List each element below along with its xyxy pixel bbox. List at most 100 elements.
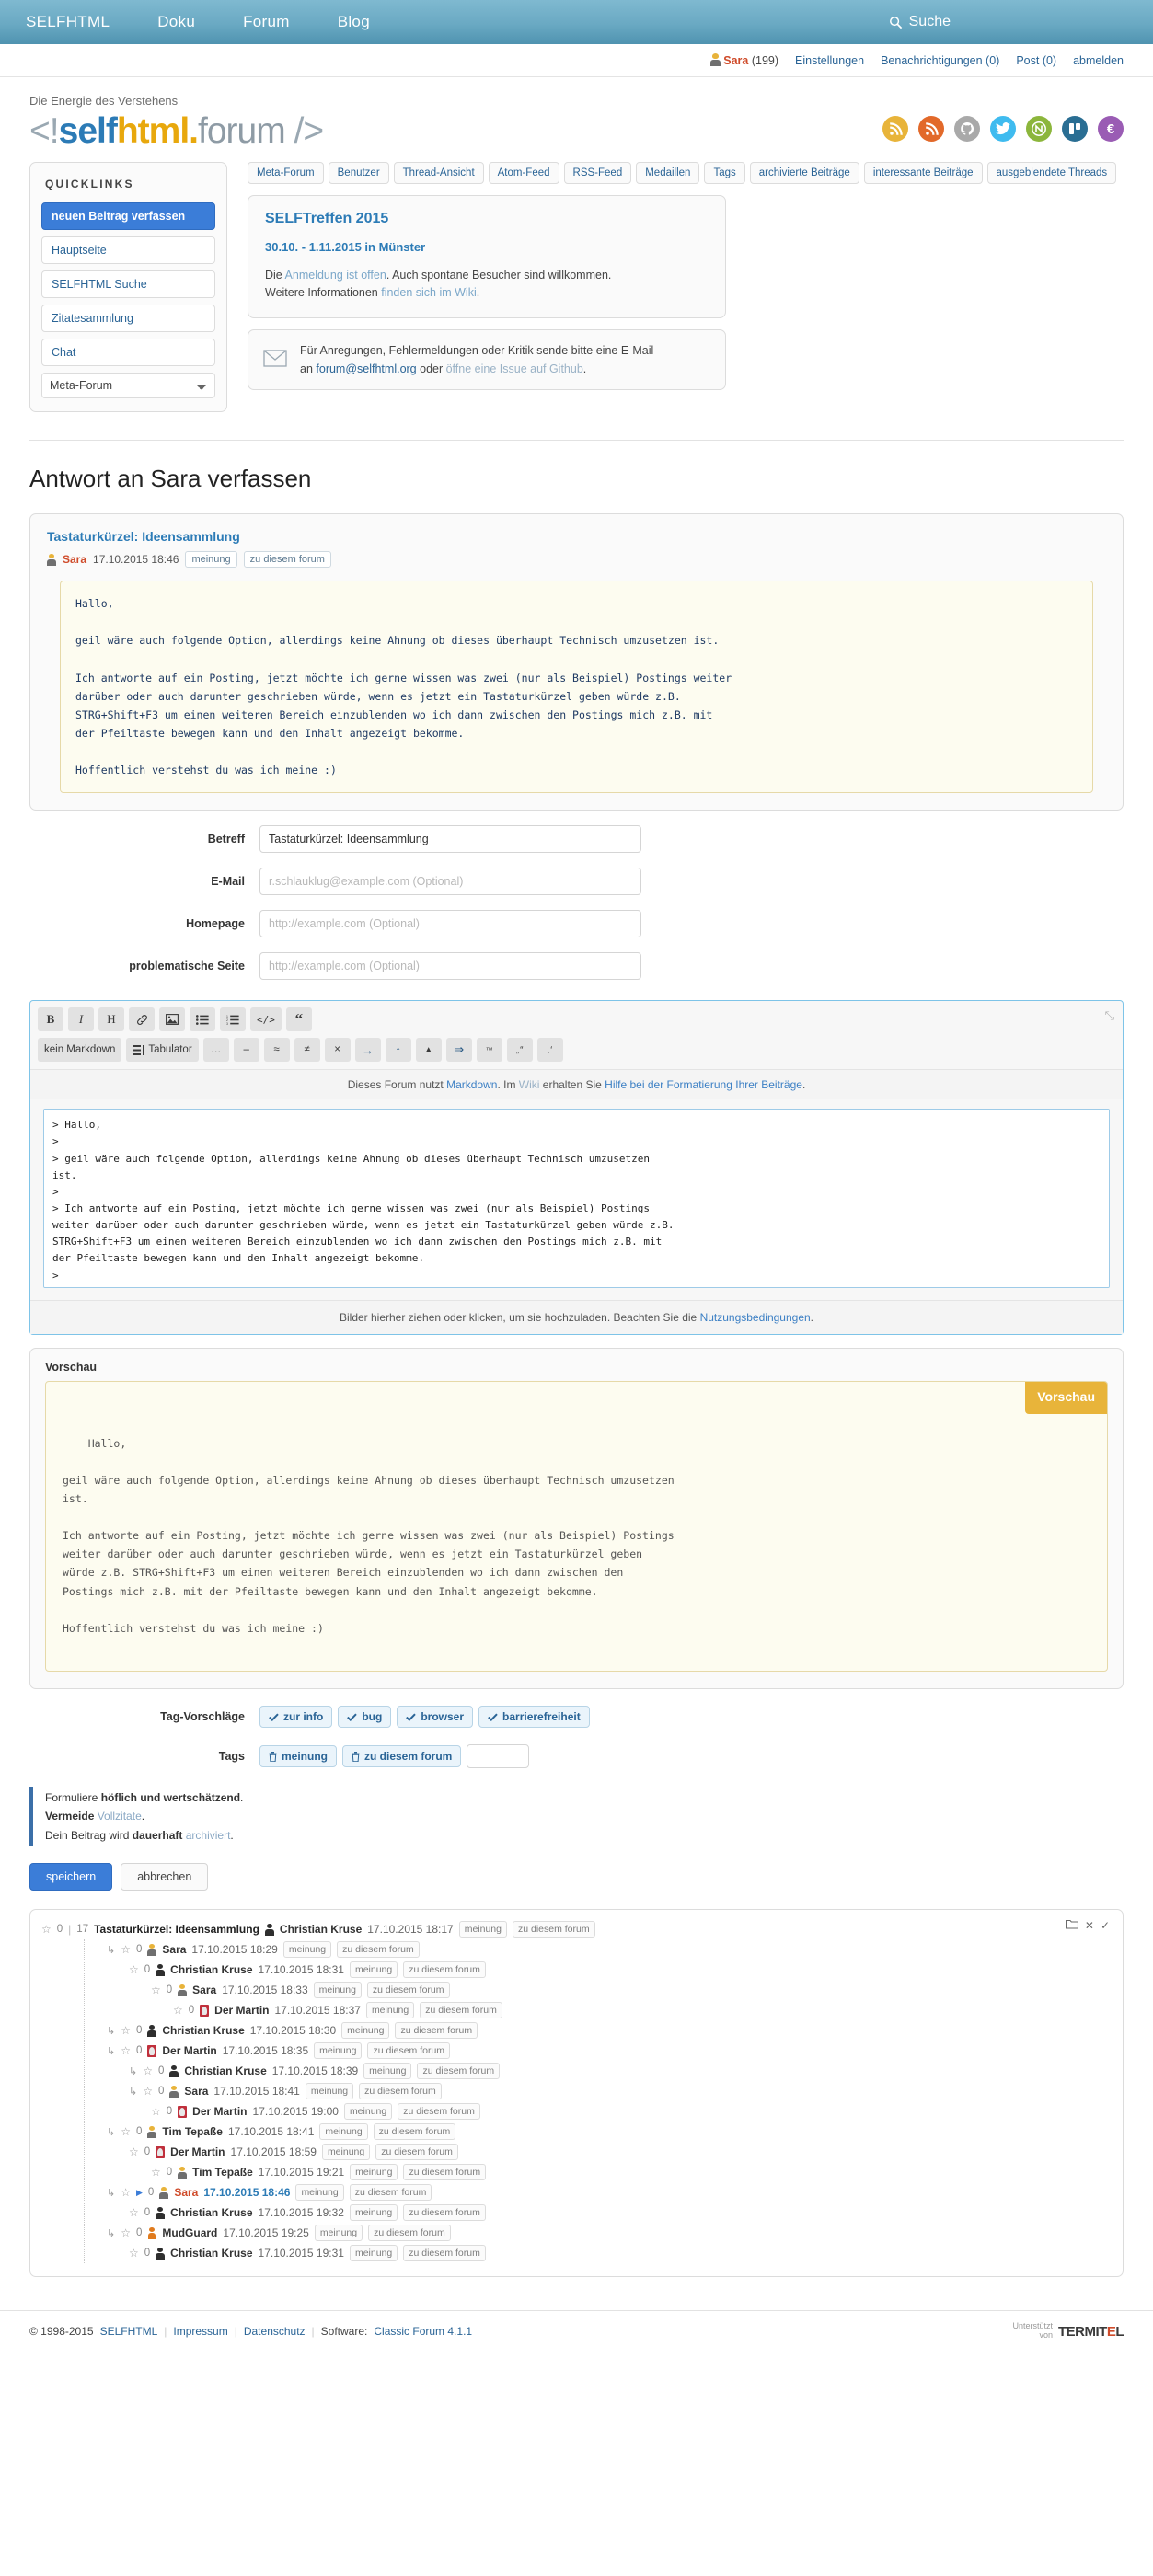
check-icon[interactable]: ✓	[1101, 1919, 1110, 1932]
quicklink-selfhtml-suche[interactable]: SELFHTML Suche	[41, 270, 215, 298]
star-icon[interactable]: ☆	[121, 2044, 131, 2057]
reply-author[interactable]: Christian Kruse	[170, 1963, 252, 1976]
star-icon[interactable]: ☆	[129, 2206, 139, 2219]
tab-rss-feed[interactable]: RSS-Feed	[563, 162, 632, 184]
reply-tag[interactable]: meinung	[343, 2103, 393, 2121]
quicklink-zitatesammlung[interactable]: Zitatesammlung	[41, 305, 215, 332]
reply-tag[interactable]: zu diesem forum	[349, 2184, 432, 2202]
reply-tag[interactable]: meinung	[365, 2002, 415, 2019]
reply-author[interactable]: Tim Tepaße	[162, 2125, 223, 2138]
selfhtml-wiki-icon[interactable]	[1026, 116, 1052, 142]
thread-reply-row[interactable]: ☆ 0 Der Martin 17.10.2015 18:59 meinung zu di…	[85, 2142, 1112, 2162]
reply-tag[interactable]: zu diesem forum	[420, 2002, 502, 2019]
reply-tag[interactable]: meinung	[282, 1941, 332, 1959]
heading-icon[interactable]: H	[98, 1007, 124, 1032]
reply-tag[interactable]: zu diesem forum	[403, 2164, 487, 2181]
settings-link[interactable]: Einstellungen	[795, 54, 864, 67]
tabulator-button[interactable]: Tabulator	[126, 1038, 199, 1063]
reply-author[interactable]: Christian Kruse	[162, 2024, 244, 2037]
reply-author[interactable]: MudGuard	[162, 2226, 217, 2239]
triangle-char[interactable]: ▲	[415, 1038, 442, 1063]
reply-author[interactable]: Tim Tepaße	[192, 2166, 253, 2179]
star-icon[interactable]: ☆	[143, 2064, 153, 2077]
thread-reply-row[interactable]: ↳ ☆ 0 Tim Tepaße 17.10.2015 18:41 meinung zu d…	[85, 2122, 1112, 2142]
quote-icon[interactable]: “	[285, 1007, 312, 1032]
reply-author[interactable]: Der Martin	[214, 2004, 269, 2017]
thread-reply-row[interactable]: ↳ ☆ ▶ 0 Sara 17.10.2015 18:46 meinung zu diesem…	[85, 2182, 1112, 2202]
star-icon[interactable]: ☆	[121, 2226, 131, 2239]
post-link[interactable]: Post (0)	[1016, 54, 1056, 67]
reply-tag[interactable]: meinung	[349, 2245, 398, 2262]
reply-author[interactable]: Der Martin	[162, 2044, 216, 2057]
thread-reply-row[interactable]: ☆ 0 Der Martin 17.10.2015 18:37 meinung zu di…	[85, 2000, 1112, 2020]
thread-reply-row[interactable]: ↳ ☆ 0 Der Martin 17.10.2015 18:35 meinung zu d…	[85, 2041, 1112, 2061]
star-icon[interactable]: ☆	[121, 2186, 131, 2199]
star-icon[interactable]: ☆	[129, 2145, 139, 2158]
reply-tag[interactable]: meinung	[305, 2083, 354, 2100]
quoted-post-tag[interactable]: meinung	[185, 551, 237, 568]
field-e-mail-input[interactable]	[259, 868, 641, 896]
tag-suggestion-bug[interactable]: bug	[338, 1706, 392, 1728]
star-icon[interactable]: ☆	[121, 2024, 131, 2037]
no-markdown-button[interactable]: kein Markdown	[38, 1038, 122, 1063]
thread-author[interactable]: Christian Kruse	[280, 1923, 362, 1936]
reply-tag[interactable]: zu diesem forum	[417, 2063, 501, 2080]
nav-link-blog[interactable]: Blog	[338, 13, 370, 31]
reply-tag[interactable]: zu diesem forum	[403, 2245, 486, 2262]
code-icon[interactable]: </>	[250, 1007, 282, 1032]
reply-tag[interactable]: zu diesem forum	[395, 2022, 478, 2040]
reply-tag[interactable]: meinung	[363, 2063, 412, 2080]
tab-tags[interactable]: Tags	[704, 162, 745, 184]
search-button[interactable]: Suche	[889, 14, 951, 30]
doublearrow-char[interactable]: ⇒	[445, 1038, 472, 1063]
thread-reply-row[interactable]: ↳ ☆ 0 Christian Kruse 17.10.2015 18:39 meinun…	[85, 2061, 1112, 2081]
tag-input[interactable]	[467, 1744, 530, 1768]
forum-select[interactable]: Meta-Forum	[41, 373, 215, 398]
notequal-char[interactable]: ≠	[294, 1038, 320, 1063]
vollzitate-link[interactable]: Vollzitate	[94, 1810, 142, 1823]
reply-author[interactable]: Sara	[184, 2085, 208, 2098]
selected-tag-meinung[interactable]: meinung	[259, 1745, 337, 1767]
username[interactable]: Sara	[723, 54, 748, 67]
thread-reply-row[interactable]: ☆ 0 Tim Tepaße 17.10.2015 19:21 meinung zu di…	[85, 2162, 1112, 2182]
star-icon[interactable]: ☆	[173, 2004, 183, 2017]
star-icon[interactable]: ☆	[129, 2247, 139, 2260]
ellipsis-char[interactable]: …	[202, 1038, 229, 1063]
expand-icon[interactable]: ⤡	[1105, 1008, 1114, 1023]
tab-benutzer[interactable]: Benutzer	[328, 162, 389, 184]
reply-author[interactable]: Sara	[174, 2186, 198, 2199]
reply-tag[interactable]: zu diesem forum	[373, 2123, 456, 2141]
tab-interessante-beitr-ge[interactable]: interessante Beiträge	[863, 162, 983, 184]
quicklink-chat[interactable]: Chat	[41, 339, 215, 366]
star-icon[interactable]: ☆	[151, 2166, 161, 2179]
formatting-help-link[interactable]: Hilfe bei der Formatierung Ihrer Beiträg…	[605, 1078, 802, 1091]
rightarrow-char[interactable]: →	[354, 1038, 381, 1063]
reply-tag[interactable]: meinung	[295, 2184, 344, 2202]
quoted-post-tag[interactable]: zu diesem forum	[243, 551, 331, 568]
italic-icon[interactable]: I	[68, 1007, 94, 1032]
reply-tag[interactable]: zu diesem forum	[359, 2083, 442, 2100]
forum-email-link[interactable]: forum@selfhtml.org	[316, 362, 416, 375]
singlequotes-char[interactable]: ‚‘	[536, 1038, 563, 1063]
image-drop-hint[interactable]: Bilder hierher ziehen oder klicken, um s…	[30, 1300, 1123, 1335]
thread-reply-row[interactable]: ↳ ☆ 0 Sara 17.10.2015 18:29 meinung zu diesem …	[85, 1939, 1112, 1960]
approx-char[interactable]: ≈	[263, 1038, 290, 1063]
tab-thread-ansicht[interactable]: Thread-Ansicht	[393, 162, 484, 184]
post-body-textarea[interactable]	[43, 1109, 1110, 1289]
reply-tag[interactable]: meinung	[349, 1961, 398, 1979]
thread-reply-row[interactable]: ↳ ☆ 0 Sara 17.10.2015 18:41 meinung zu diesem …	[85, 2081, 1112, 2101]
reply-tag[interactable]: zu diesem forum	[403, 2204, 486, 2222]
image-icon[interactable]	[159, 1007, 185, 1032]
wiki-link[interactable]: finden sich im Wiki	[381, 286, 477, 299]
reply-tag[interactable]: zu diesem forum	[375, 2144, 458, 2161]
thread-reply-row[interactable]: ↳ ☆ 0 Christian Kruse 17.10.2015 18:30 meinun…	[85, 2020, 1112, 2041]
tag-suggestion-zur-info[interactable]: zur info	[259, 1706, 333, 1728]
save-button[interactable]: speichern	[29, 1863, 113, 1892]
thread-reply-row[interactable]: ☆ 0 Christian Kruse 17.10.2015 18:31 meinung…	[85, 1960, 1112, 1980]
reply-tag[interactable]: meinung	[314, 2042, 363, 2060]
star-icon[interactable]: ☆	[143, 2085, 153, 2098]
tab-meta-forum[interactable]: Meta-Forum	[248, 162, 324, 184]
reply-tag[interactable]: meinung	[321, 2144, 371, 2161]
tab-medaillen[interactable]: Medaillen	[636, 162, 700, 184]
star-icon[interactable]: ☆	[151, 1984, 161, 1996]
